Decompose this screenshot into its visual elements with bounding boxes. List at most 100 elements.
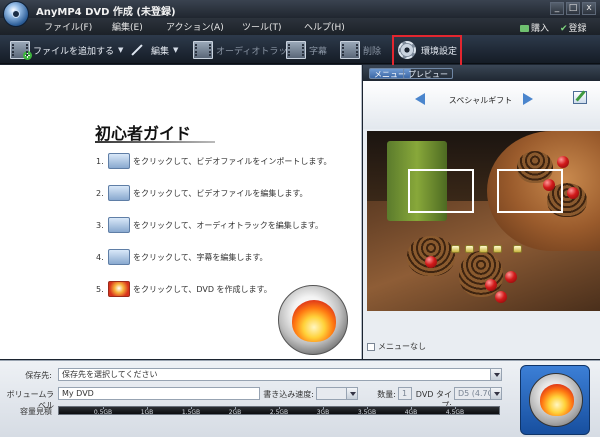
window-title: AnyMP4 DVD 作成 (未登録) <box>36 7 176 18</box>
guide-step-1: 1. をクリックして、ビデオファイルをインポートします。 <box>96 152 332 170</box>
capacity-label: 容量見積 <box>20 407 52 416</box>
no-menu-checkbox[interactable] <box>367 342 375 351</box>
minimize-button[interactable]: _ <box>550 2 564 15</box>
audio-track-icon[interactable] <box>108 217 130 233</box>
menu-preview-image[interactable] <box>367 131 600 311</box>
write-speed-select[interactable] <box>316 387 358 400</box>
dvd-type-select[interactable]: D5 (4.7G) <box>454 387 502 400</box>
tab-preview[interactable]: プレビュー <box>403 68 453 79</box>
add-video-icon[interactable] <box>108 153 130 169</box>
app-logo-icon <box>3 1 29 27</box>
toolbar: + ファイルを追加する ▼ 編集 ▼ オーディオトラック 字幕 削除 環境設定 <box>0 35 600 64</box>
capacity-tick: 4.5GB <box>445 409 465 416</box>
magic-wand-icon <box>128 41 148 59</box>
audio-track-label: オーディオトラック <box>216 46 297 57</box>
chevron-down-icon[interactable] <box>490 369 501 380</box>
copies-label: 数量: <box>377 390 396 399</box>
subtitle-icon[interactable] <box>108 249 130 265</box>
title-bar: AnyMP4 DVD 作成 (未登録) _ □ x <box>0 0 600 18</box>
step-number: 2. <box>96 188 104 198</box>
step-text: をクリックして、オーディオトラックを編集します。 <box>133 220 323 230</box>
delete-label: 削除 <box>363 46 382 57</box>
burn-disc-icon <box>278 285 348 355</box>
window-controls: _ □ x <box>550 2 596 15</box>
audio-film-icon <box>193 41 213 59</box>
burn-disc-icon <box>529 373 583 427</box>
burn-dvd-button[interactable] <box>520 365 590 435</box>
guide-step-4: 4. をクリックして、字幕を編集します。 <box>96 248 268 266</box>
delete-film-icon <box>340 41 360 59</box>
check-icon: ✔ <box>560 24 568 34</box>
chevron-down-icon[interactable] <box>346 388 357 399</box>
volume-label-value: My DVD <box>62 389 94 398</box>
menu-control-button[interactable] <box>493 245 502 253</box>
capacity-tick: 2.5GB <box>269 409 289 416</box>
burn-dvd-icon[interactable] <box>108 281 130 297</box>
menu-bar: ファイル(F) 編集(E) アクション(A) ツール(T) ヘルプ(H) 購入 … <box>0 18 600 35</box>
capacity-tick: 4GB <box>404 409 418 416</box>
copies-value: 1 <box>402 389 408 398</box>
preview-tabs: メニュー プレビュー <box>363 65 600 81</box>
edit-label: 編集 <box>151 46 170 57</box>
capacity-tick: 0.5GB <box>93 409 113 416</box>
step-text: をクリックして、字幕を編集します。 <box>133 252 268 262</box>
step-number: 5. <box>96 284 104 294</box>
step-text: をクリックして、ビデオファイルをインポートします。 <box>133 156 332 166</box>
close-button[interactable]: x <box>582 2 596 15</box>
step-text: をクリックして、DVD を作成します。 <box>133 284 272 294</box>
register-button[interactable]: ✔登録 <box>560 21 587 34</box>
chevron-down-icon[interactable]: ▼ <box>173 46 178 54</box>
chevron-down-icon[interactable] <box>490 388 501 399</box>
output-settings-panel: 保存先: 保存先を選択してください ボリュームラベル My DVD 書き込み速度… <box>0 360 600 437</box>
next-theme-arrow-icon[interactable] <box>523 93 533 105</box>
step-number: 3. <box>96 220 104 230</box>
save-to-value: 保存先を選択してください <box>62 370 158 379</box>
theme-name: スペシャルギフト <box>448 96 513 105</box>
subtitle-label: 字幕 <box>309 46 328 57</box>
capacity-tick: 2GB <box>228 409 242 416</box>
audio-track-button[interactable]: オーディオトラック <box>193 40 296 60</box>
theme-selector: スペシャルギフト <box>363 81 600 129</box>
menu-help[interactable]: ヘルプ(H) <box>304 20 345 33</box>
settings-highlight-box <box>392 35 462 67</box>
menu-control-button[interactable] <box>465 245 474 253</box>
subtitle-button[interactable]: 字幕 <box>286 40 327 60</box>
prev-theme-arrow-icon[interactable] <box>415 93 425 105</box>
guide-step-2: 2. をクリックして、ビデオファイルを編集します。 <box>96 184 308 202</box>
write-speed-label: 書き込み速度: <box>263 390 314 399</box>
step-number: 1. <box>96 156 104 166</box>
guide-divider <box>95 141 215 143</box>
no-menu-label: メニューなし <box>378 342 426 351</box>
no-menu-option[interactable]: メニューなし <box>367 341 426 352</box>
menu-edit[interactable]: 編集(E) <box>112 20 143 33</box>
register-label: 登録 <box>568 24 587 34</box>
chevron-down-icon[interactable]: ▼ <box>118 46 123 54</box>
buy-button[interactable]: 購入 <box>520 21 549 34</box>
edit-button[interactable]: 編集 ▼ <box>128 40 178 60</box>
step-text: をクリックして、ビデオファイルを編集します。 <box>133 188 308 198</box>
menu-action[interactable]: アクション(A) <box>166 20 224 33</box>
cart-icon <box>520 25 529 32</box>
guide-panel: 初心者ガイド 1. をクリックして、ビデオファイルをインポートします。 2. を… <box>0 65 362 359</box>
add-file-button[interactable]: + ファイルを追加する ▼ <box>10 40 123 60</box>
volume-label-input[interactable]: My DVD <box>58 387 260 400</box>
step-number: 4. <box>96 252 104 262</box>
edit-video-icon[interactable] <box>108 185 130 201</box>
copies-stepper[interactable]: 1 <box>398 387 412 400</box>
add-video-icon: + <box>10 41 32 60</box>
save-to-label: 保存先: <box>25 371 52 380</box>
save-to-select[interactable]: 保存先を選択してください <box>58 368 502 381</box>
guide-step-5: 5. をクリックして、DVD を作成します。 <box>96 280 272 298</box>
menu-control-button[interactable] <box>513 245 522 253</box>
menu-preview-panel: メニュー プレビュー スペシャルギフト メニューなし <box>363 65 600 359</box>
edit-menu-icon[interactable] <box>573 91 587 104</box>
menu-tools[interactable]: ツール(T) <box>242 20 282 33</box>
thumbnail-frame[interactable] <box>497 169 563 213</box>
thumbnail-frame[interactable] <box>408 169 474 213</box>
maximize-button[interactable]: □ <box>566 2 580 15</box>
menu-file[interactable]: ファイル(F) <box>44 20 92 33</box>
delete-button[interactable]: 削除 <box>340 40 381 60</box>
menu-control-button[interactable] <box>479 245 488 253</box>
menu-control-button[interactable] <box>451 245 460 253</box>
capacity-tick: 3.5GB <box>357 409 377 416</box>
